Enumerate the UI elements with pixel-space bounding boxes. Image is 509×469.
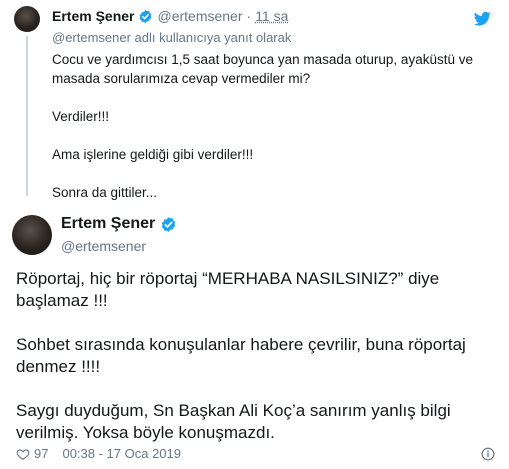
quoted-avatar[interactable] — [14, 6, 40, 32]
author-name-row: Ertem Şener — [61, 215, 181, 233]
tweet-paragraph: Röportaj, hiç bir röportaj “MERHABA NASI… — [16, 269, 440, 310]
info-icon[interactable] — [481, 447, 495, 461]
quoted-tweet-time[interactable]: 11 sa — [255, 8, 288, 24]
quoted-tweet-header: Ertem Şener @ertemsener · 11 sa — [52, 8, 288, 24]
tweet-text: Röportaj, hiç bir röportaj “MERHABA NASI… — [16, 268, 496, 466]
author-handle[interactable]: @ertemsener — [61, 238, 146, 254]
header-separator: · — [246, 8, 252, 24]
tweet-paragraph: Saygı duyduğum, Sn Başkan Ali Koç’a sanı… — [16, 401, 451, 442]
thread-connector-line — [26, 36, 28, 196]
reply-context[interactable]: @ertemsener adlı kullanıcıya yanıt olara… — [52, 30, 291, 45]
quoted-paragraph: Verdiler!!! — [52, 109, 110, 124]
tweet-paragraph: Sohbet sırasında konuşulanlar habere çev… — [16, 335, 466, 376]
verified-badge-icon — [160, 216, 177, 233]
heart-icon[interactable] — [16, 447, 30, 461]
quoted-paragraph: Cocu ve yardımcısı 1,5 saat boyunca yan … — [52, 52, 473, 86]
tweet-timestamp[interactable]: 00:38 - 17 Oca 2019 — [62, 446, 181, 461]
quoted-paragraph: Sonra da gittiler... — [52, 185, 158, 200]
like-count[interactable]: 97 — [34, 446, 48, 461]
quoted-author-name[interactable]: Ertem Şener — [52, 8, 134, 24]
twitter-bird-icon[interactable] — [473, 10, 491, 27]
author-name[interactable]: Ertem Şener — [61, 215, 155, 233]
author-avatar[interactable] — [12, 215, 52, 255]
quoted-author-handle[interactable]: @ertemsener — [157, 8, 242, 24]
quoted-tweet-text: Cocu ve yardımcısı 1,5 saat boyunca yan … — [52, 50, 492, 221]
verified-badge-icon — [138, 9, 153, 24]
tweet-footer: 97 00:38 - 17 Oca 2019 — [16, 446, 181, 461]
quoted-paragraph: Ama işlerine geldiği gibi verdiler!!! — [52, 147, 254, 162]
